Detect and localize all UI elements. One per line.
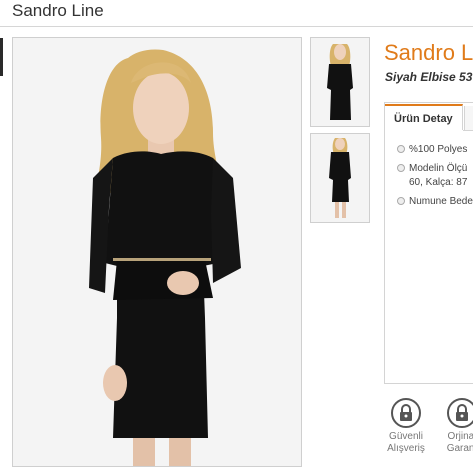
- tab-next[interactable]: [464, 106, 473, 130]
- spec-text: Modelin Ölçü: [409, 163, 468, 174]
- main-product-image[interactable]: [12, 37, 302, 467]
- tab-divider: [463, 130, 473, 131]
- product-subtitle: Siyah Elbise 53: [385, 70, 473, 84]
- thumbnail-photo: [311, 134, 369, 222]
- badge-label: Orjinal: [447, 431, 473, 442]
- spec-text: %100 Polyes: [409, 144, 468, 155]
- lock-icon: [391, 398, 421, 428]
- thumbnail-photo: [311, 38, 369, 126]
- page-title: Sandro Line: [12, 1, 104, 20]
- badge-label: Garant: [446, 443, 473, 454]
- lock-icon: [447, 398, 473, 428]
- tab-product-detail[interactable]: Ürün Detay: [385, 104, 463, 130]
- original-guarantee-badge[interactable]: Orjinal Garant: [431, 398, 473, 455]
- badge-label: Alışveriş: [387, 443, 425, 454]
- spec-text: 60, Kalça: 87: [409, 177, 468, 188]
- bullet-icon: [397, 145, 405, 153]
- secure-shopping-badge[interactable]: Güvenli Alışveriş: [375, 398, 437, 455]
- page-header: Sandro Line: [0, 0, 473, 27]
- badge-label: Güvenli: [389, 431, 423, 442]
- product-name: Sandro L: [384, 40, 473, 65]
- product-thumbnail-2[interactable]: [310, 133, 370, 223]
- left-edge-bar: [0, 38, 3, 76]
- model-photo: [13, 38, 301, 466]
- product-thumbnail-1[interactable]: [310, 37, 370, 127]
- bullet-icon: [397, 197, 405, 205]
- bullet-icon: [397, 164, 405, 172]
- spec-text: Numune Bede: [409, 196, 473, 207]
